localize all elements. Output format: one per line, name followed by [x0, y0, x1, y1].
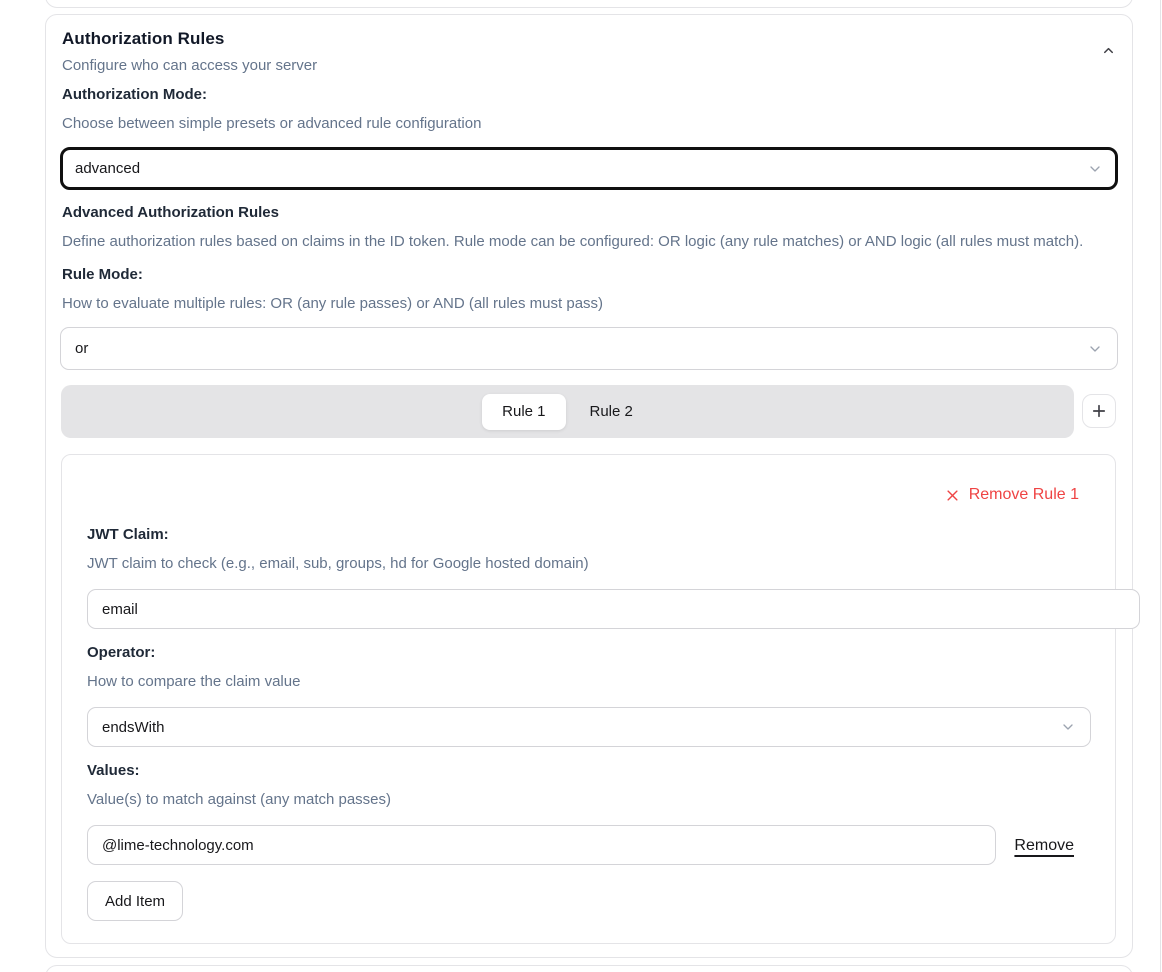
rule-tabs: Rule 1 Rule 2: [61, 385, 1074, 438]
operator-select[interactable]: endsWith: [87, 707, 1091, 747]
chevron-down-icon: [1087, 161, 1103, 177]
page: Authorization Rules Configure who can ac…: [0, 0, 1162, 972]
rule-mode-description: How to evaluate multiple rules: OR (any …: [62, 295, 603, 312]
chevron-up-icon: [1101, 43, 1116, 58]
plus-icon: [1090, 402, 1108, 420]
chevron-down-icon: [1087, 341, 1103, 357]
operator-description: How to compare the claim value: [87, 673, 300, 690]
collapse-section-button[interactable]: [1097, 39, 1119, 61]
section-subtitle: Configure who can access your server: [62, 57, 317, 74]
authorization-mode-label: Authorization Mode:: [62, 86, 207, 103]
authorization-mode-select[interactable]: advanced: [60, 147, 1118, 190]
authorization-mode-description: Choose between simple presets or advance…: [62, 115, 481, 132]
authorization-mode-selected-value: advanced: [75, 160, 140, 177]
tab-rule-2[interactable]: Rule 2: [570, 394, 653, 430]
authorization-rules-card: Authorization Rules Configure who can ac…: [45, 14, 1133, 958]
value-input[interactable]: [87, 825, 996, 865]
values-label: Values:: [87, 762, 140, 779]
add-item-button[interactable]: Add Item: [87, 881, 183, 921]
jwt-claim-input[interactable]: [87, 589, 1140, 629]
operator-selected-value: endsWith: [102, 719, 165, 736]
page-right-border: [1160, 0, 1161, 972]
remove-value-link[interactable]: Remove: [1014, 837, 1074, 855]
add-rule-button[interactable]: [1082, 394, 1116, 428]
advanced-rules-label: Advanced Authorization Rules: [62, 204, 279, 221]
operator-label: Operator:: [87, 644, 155, 661]
tab-rule-1[interactable]: Rule 1: [482, 394, 565, 430]
rule-mode-selected-value: or: [75, 340, 88, 357]
section-title: Authorization Rules: [62, 29, 224, 49]
next-section-card: [45, 965, 1133, 972]
rule-mode-label: Rule Mode:: [62, 266, 143, 283]
x-icon: [945, 488, 960, 503]
values-description: Value(s) to match against (any match pas…: [87, 791, 391, 808]
remove-rule-label: Remove Rule 1: [969, 486, 1079, 504]
remove-rule-button[interactable]: Remove Rule 1: [945, 486, 1079, 504]
jwt-claim-description: JWT claim to check (e.g., email, sub, gr…: [87, 555, 589, 572]
advanced-rules-description: Define authorization rules based on clai…: [62, 233, 1118, 250]
previous-section-card: [45, 0, 1133, 8]
rule-1-panel: Remove Rule 1 JWT Claim: JWT claim to ch…: [61, 454, 1116, 944]
chevron-down-icon: [1060, 719, 1076, 735]
jwt-claim-label: JWT Claim:: [87, 526, 169, 543]
rule-mode-select[interactable]: or: [60, 327, 1118, 370]
